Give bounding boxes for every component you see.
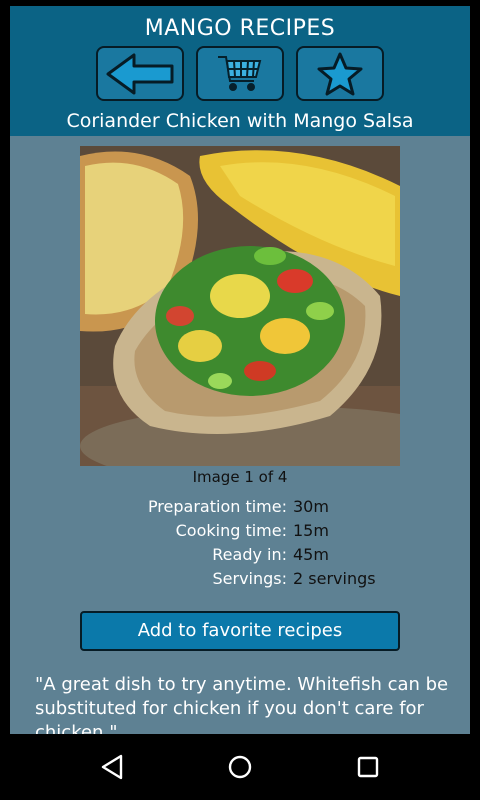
nav-back-button[interactable]	[92, 749, 132, 785]
nav-recents-button[interactable]	[348, 749, 388, 785]
nav-recents-icon	[357, 756, 379, 778]
prep-time-row: Preparation time: 30m	[10, 497, 470, 521]
back-arrow-icon	[106, 53, 174, 94]
ready-in-value: 45m	[293, 545, 329, 564]
recipe-description: "A great dish to try anytime. Whitefish …	[35, 674, 449, 734]
image-caption: Image 1 of 4	[192, 468, 288, 486]
nav-back-icon	[101, 754, 123, 780]
ready-in-label: Ready in:	[212, 545, 287, 564]
recipe-photo-image	[80, 146, 400, 466]
star-icon	[317, 52, 363, 95]
app-title: MANGO RECIPES	[144, 16, 336, 41]
recipe-title: Coriander Chicken with Mango Salsa	[10, 106, 470, 136]
shopping-cart-button[interactable]	[196, 46, 284, 101]
favorite-button[interactable]	[296, 46, 384, 101]
servings-label: Servings:	[212, 569, 287, 588]
shopping-cart-icon	[218, 55, 262, 91]
cook-time-row: Cooking time: 15m	[10, 521, 470, 545]
cook-time-value: 15m	[293, 521, 329, 540]
app-screen: MANGO RECIPES Coriander Chicken with Man…	[10, 6, 470, 734]
header: MANGO RECIPES	[10, 6, 470, 106]
recipe-photo[interactable]	[80, 146, 400, 466]
servings-value: 2 servings	[293, 569, 376, 588]
add-favorite-button[interactable]: Add to favorite recipes	[80, 611, 400, 651]
ready-in-row: Ready in: 45m	[10, 545, 470, 569]
prep-time-label: Preparation time:	[147, 497, 287, 516]
prep-time-value: 30m	[293, 497, 329, 516]
nav-home-icon	[228, 755, 252, 779]
back-button[interactable]	[96, 46, 184, 101]
nav-home-button[interactable]	[220, 749, 260, 785]
servings-row: Servings: 2 servings	[10, 569, 470, 593]
system-navigation-bar	[0, 734, 480, 800]
cook-time-label: Cooking time:	[175, 521, 287, 540]
